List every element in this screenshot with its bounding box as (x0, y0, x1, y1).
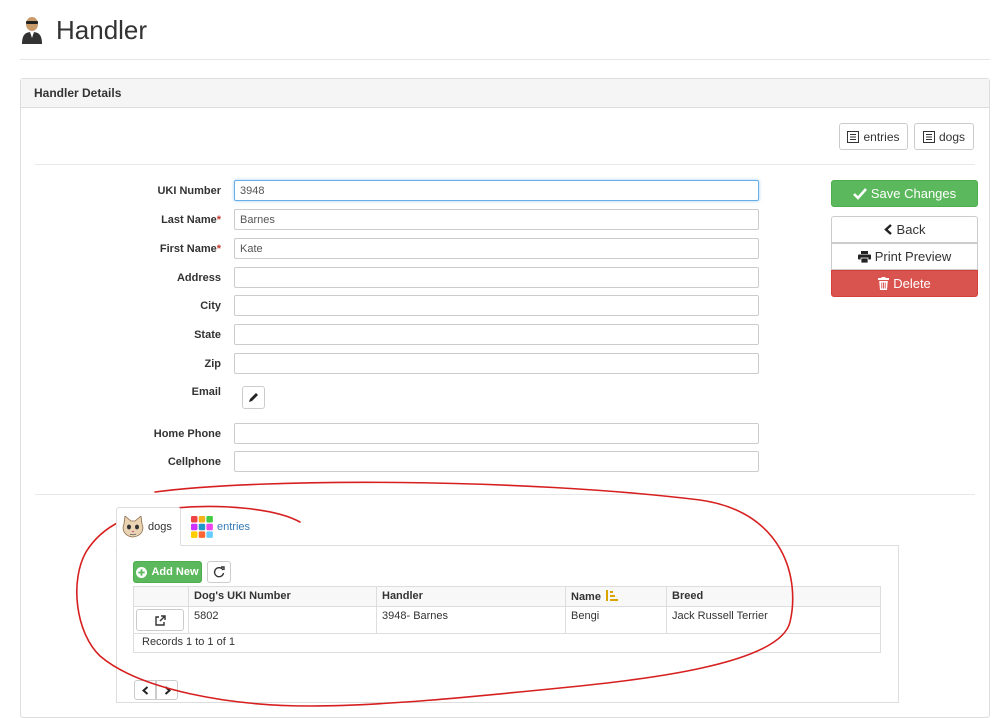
back-label: Back (896, 222, 926, 237)
dogs-grid: Dog's UKI Number Handler Name Breed 5802 (133, 586, 881, 653)
chevron-left-icon (883, 224, 892, 235)
cat-face-icon (122, 515, 144, 537)
add-new-button[interactable]: Add New (133, 561, 202, 583)
divider (35, 164, 975, 165)
color-grid-icon (191, 515, 213, 538)
cell-name: Bengi (565, 607, 666, 633)
back-button[interactable]: Back (831, 216, 978, 243)
list-icon (847, 130, 860, 143)
dogs-button[interactable]: dogs (914, 123, 974, 150)
row-action-cell (134, 607, 188, 633)
home-phone-input[interactable] (234, 423, 759, 444)
tab-dogs[interactable]: dogs (116, 507, 181, 546)
address-input[interactable] (234, 267, 759, 288)
refresh-icon (213, 566, 225, 578)
add-new-label: Add New (151, 566, 199, 578)
save-changes-button[interactable]: Save Changes (831, 180, 978, 207)
uki-number-input[interactable] (234, 180, 759, 201)
delete-label: Delete (893, 276, 931, 291)
action-column-header (134, 587, 188, 606)
state-input[interactable] (234, 324, 759, 345)
next-page-button[interactable] (156, 680, 178, 700)
zip-input[interactable] (234, 353, 759, 374)
print-preview-button[interactable]: Print Preview (831, 243, 978, 270)
dogs-button-label: dogs (938, 129, 966, 144)
trash-icon (878, 277, 890, 290)
column-header-handler[interactable]: Handler (376, 587, 565, 606)
print-preview-label: Print Preview (874, 249, 952, 264)
cellphone-input[interactable] (234, 451, 759, 472)
email-label: Email (191, 386, 221, 398)
dogs-tab-panel: Add New Dog's UKI Number Handler Name Br… (116, 545, 899, 703)
first-name-label: First Name* (159, 243, 221, 255)
column-header-name-label: Name (571, 591, 601, 603)
related-tabs: dogs entries Add New Dog's UKI Number Ha… (116, 507, 899, 703)
divider (35, 494, 975, 495)
column-header-name[interactable]: Name (565, 587, 666, 606)
panel-heading: Handler Details (21, 79, 989, 108)
cell-handler: 3948- Barnes (376, 607, 565, 633)
refresh-button[interactable] (207, 561, 231, 583)
sort-ascending-icon (606, 590, 619, 601)
table-row: 5802 3948- Barnes Bengi Jack Russell Ter… (134, 607, 880, 634)
tab-dogs-label: dogs (148, 520, 172, 533)
cellphone-label: Cellphone (167, 456, 221, 468)
edit-email-button[interactable] (242, 386, 265, 409)
entries-button[interactable]: entries (839, 123, 908, 150)
previous-page-button[interactable] (134, 680, 156, 700)
tab-entries-label: entries (217, 520, 251, 533)
last-name-label: Last Name* (161, 214, 221, 226)
city-label: City (200, 300, 221, 312)
page-title: Handler (56, 15, 148, 45)
printer-icon (857, 250, 871, 263)
entries-button-label: entries (863, 129, 900, 144)
state-label: State (194, 329, 221, 341)
chevron-left-icon (141, 685, 148, 695)
handler-details-panel: Handler Details entries dogs UKI Number … (20, 78, 990, 718)
delete-button[interactable]: Delete (831, 270, 978, 297)
save-changes-label: Save Changes (870, 186, 957, 201)
zip-label: Zip (204, 358, 222, 370)
list-icon (922, 130, 935, 143)
grid-footer: Records 1 to 1 of 1 (134, 634, 880, 652)
cell-breed: Jack Russell Terrier (666, 607, 882, 633)
home-phone-label: Home Phone (153, 428, 221, 440)
column-header-breed[interactable]: Breed (666, 587, 882, 606)
external-link-icon (154, 614, 166, 626)
check-icon (852, 187, 867, 200)
last-name-input[interactable] (234, 209, 759, 230)
plus-circle-icon (136, 566, 148, 578)
city-input[interactable] (234, 295, 759, 316)
page-header: Handler (20, 14, 990, 60)
chevron-right-icon (164, 685, 171, 695)
first-name-input[interactable] (234, 238, 759, 259)
uki-number-label: UKI Number (157, 185, 221, 197)
column-header-uki[interactable]: Dog's UKI Number (188, 587, 376, 606)
pencil-icon (249, 393, 258, 402)
handler-person-icon (22, 17, 42, 44)
tab-entries[interactable]: entries (186, 507, 256, 546)
open-record-button[interactable] (136, 609, 184, 631)
cell-uki: 5802 (188, 607, 376, 633)
grid-header-row: Dog's UKI Number Handler Name Breed (134, 587, 880, 607)
records-count: Records 1 to 1 of 1 (142, 636, 235, 648)
address-label: Address (176, 272, 221, 284)
